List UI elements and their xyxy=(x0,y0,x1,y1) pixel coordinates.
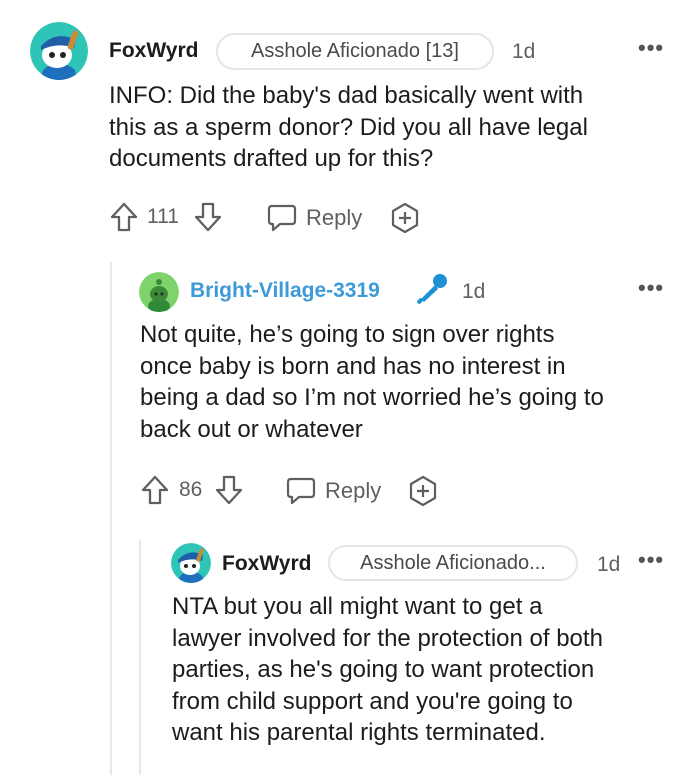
username[interactable]: FoxWyrd xyxy=(222,552,311,576)
comment-line: NTA but you all might want to get a xyxy=(172,593,543,620)
comment-body: Not quite, he’s going to sign over right… xyxy=(140,319,685,445)
reply-button[interactable]: Reply xyxy=(285,476,381,506)
downvote-icon xyxy=(194,202,222,232)
downvote-button[interactable] xyxy=(193,201,223,233)
comment-body: NTA but you all might want to get a lawy… xyxy=(172,591,687,749)
timestamp: 1d xyxy=(597,553,621,576)
reply-button[interactable]: Reply xyxy=(266,203,362,233)
comment-line: INFO: Did the baby's dad basically went … xyxy=(109,82,584,109)
comment-line: documents drafted up for this? xyxy=(109,145,434,172)
award-button[interactable] xyxy=(407,475,439,507)
award-plus-icon xyxy=(391,202,419,234)
thread-line[interactable] xyxy=(139,540,141,775)
reply-icon xyxy=(286,477,316,505)
award-button[interactable] xyxy=(389,202,421,234)
reply-icon xyxy=(267,204,297,232)
reply-label: Reply xyxy=(325,478,382,503)
comment-body: INFO: Did the baby's dad basically went … xyxy=(109,80,679,175)
comment-line: parties, as he's going to want protectio… xyxy=(172,656,595,683)
comment-line: from child support and you're going to xyxy=(172,687,573,715)
avatar[interactable] xyxy=(139,272,179,312)
comment-line: lawyer involved for the protection of bo… xyxy=(172,624,603,652)
upvote-button[interactable] xyxy=(109,201,139,233)
timestamp: 1d xyxy=(512,40,536,63)
downvote-icon xyxy=(215,475,243,505)
reply-label: Reply xyxy=(306,205,363,230)
user-flair: Asshole Aficionado... xyxy=(328,545,578,581)
upvote-icon xyxy=(110,202,138,232)
comment-line: want his parental rights terminated. xyxy=(172,719,546,746)
comment-line: once baby is born and has no interest in xyxy=(140,352,566,380)
username[interactable]: Bright-Village-3319 xyxy=(190,279,380,303)
comment-line: back out or whatever xyxy=(140,415,363,443)
comment-line: Not quite, he’s going to sign over right… xyxy=(140,321,555,348)
vote-count: 86 xyxy=(179,478,203,501)
username[interactable]: FoxWyrd xyxy=(109,39,198,63)
thread-line[interactable] xyxy=(110,262,112,775)
timestamp: 1d xyxy=(462,280,486,303)
more-options-button[interactable]: ••• xyxy=(638,277,664,299)
more-options-button[interactable]: ••• xyxy=(638,549,664,571)
comment-line: being a dad so I’m not worried he’s goin… xyxy=(140,384,604,411)
upvote-icon xyxy=(141,475,169,505)
award-plus-icon xyxy=(409,475,437,507)
comment-line: this as a sperm donor? Did you all have … xyxy=(109,113,588,141)
microphone-icon xyxy=(413,272,449,313)
avatar[interactable] xyxy=(30,22,88,80)
user-flair: Asshole Aficionado [13] xyxy=(216,33,494,70)
downvote-button[interactable] xyxy=(214,474,244,506)
more-options-button[interactable]: ••• xyxy=(638,37,664,59)
avatar[interactable] xyxy=(171,543,211,583)
upvote-button[interactable] xyxy=(140,474,170,506)
vote-count: 111 xyxy=(147,205,179,228)
